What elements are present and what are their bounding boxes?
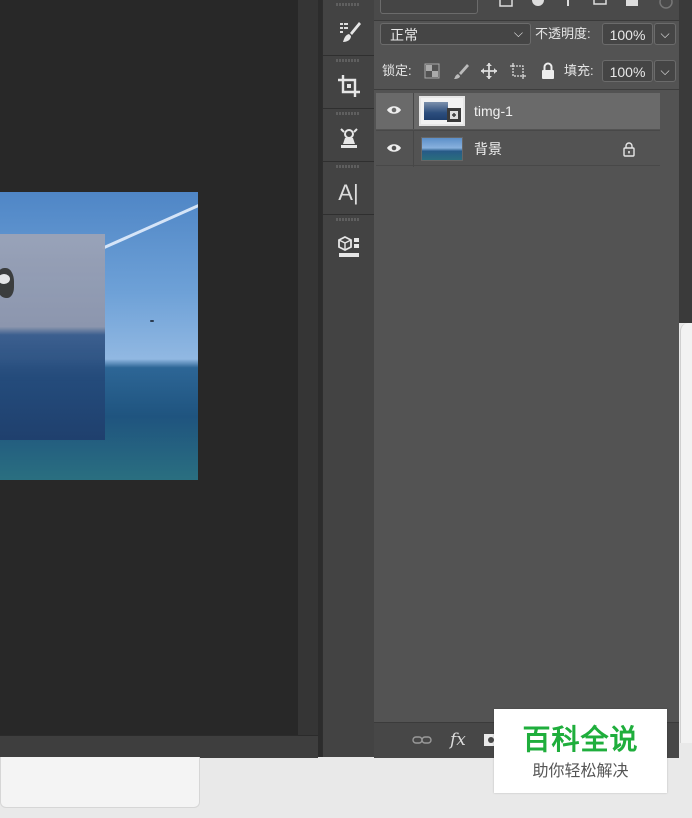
grip-handle[interactable] — [336, 112, 360, 115]
grip-handle[interactable] — [336, 3, 360, 6]
contrail — [101, 202, 198, 250]
lock-icon[interactable] — [622, 141, 636, 157]
panel-scrollbar[interactable] — [679, 0, 692, 323]
blend-mode-value: 正常 — [390, 27, 418, 43]
brush-presets-icon[interactable] — [323, 18, 374, 51]
lock-label: 锁定: — [382, 63, 412, 78]
underlying-window — [0, 757, 200, 808]
opacity-label: 不透明度: — [535, 26, 591, 41]
tool-group-stamp — [323, 109, 374, 162]
tool-group-crop — [323, 56, 374, 109]
layer-filter-row — [374, 0, 679, 21]
divider — [374, 89, 679, 90]
filter-type-icon[interactable] — [560, 0, 576, 8]
smart-object-icon — [447, 108, 461, 122]
watermark-title: 百科全说 — [522, 724, 639, 755]
watermark-subtitle: 助你轻松解决 — [532, 763, 629, 780]
blend-mode-dropdown[interactable]: 正常 ⌵ — [380, 23, 531, 45]
vertical-scrollbar[interactable] — [298, 0, 318, 735]
crop-icon[interactable] — [323, 72, 374, 105]
grip-handle[interactable] — [336, 165, 360, 168]
lock-position-icon[interactable] — [480, 62, 498, 80]
grip-handle[interactable] — [336, 218, 360, 221]
stamp-icon[interactable] — [323, 124, 374, 157]
chevron-down-icon: ⌵ — [660, 27, 670, 41]
tool-group-3d — [323, 215, 374, 270]
grip-handle[interactable] — [336, 59, 360, 62]
chevron-down-icon: ⌵ — [513, 26, 523, 40]
opacity-dropdown-button[interactable]: ⌵ — [654, 23, 676, 45]
3d-object-icon[interactable] — [323, 233, 374, 266]
lock-transparent-pixels-icon[interactable] — [424, 63, 440, 79]
filter-kind-dropdown[interactable] — [380, 0, 478, 14]
opacity-input[interactable]: 100% — [602, 23, 653, 45]
lock-image-pixels-icon[interactable] — [452, 62, 470, 80]
horizontal-scrollbar[interactable] — [0, 735, 318, 758]
filter-toggle-icon[interactable] — [658, 0, 674, 10]
filter-shape-icon[interactable] — [592, 0, 608, 8]
type-tool-icon[interactable]: A| — [323, 180, 374, 206]
lock-all-icon[interactable] — [540, 62, 556, 80]
layer-row-timg-1[interactable]: timg-1 — [376, 93, 660, 129]
layer-name[interactable]: 背景 — [474, 131, 502, 167]
bird-speck — [150, 320, 154, 322]
visibility-eye-icon[interactable] — [386, 103, 402, 117]
tools-panel: A| — [322, 0, 375, 757]
divider — [413, 93, 414, 129]
divider — [413, 131, 414, 167]
filter-adjustment-icon[interactable] — [530, 0, 546, 8]
fill-input[interactable]: 100% — [602, 60, 653, 82]
tool-group-brush — [323, 0, 374, 56]
fill-label: 填充: — [564, 63, 594, 78]
layer-thumbnail[interactable] — [421, 137, 463, 161]
link-layers-icon[interactable] — [412, 733, 432, 747]
lock-artboard-icon[interactable] — [509, 62, 527, 80]
underlying-window-edge — [680, 323, 692, 743]
fx-button[interactable]: fx — [450, 730, 466, 750]
layer-name[interactable]: timg-1 — [474, 93, 513, 129]
tool-group-type: A| — [323, 162, 374, 215]
thumbnail-image — [424, 102, 448, 120]
watermark-logo: 百科全说 助你轻松解决 — [494, 709, 667, 793]
layer-thumbnail[interactable] — [419, 96, 465, 126]
filter-pixel-icon[interactable] — [498, 0, 514, 8]
fill-dropdown-button[interactable]: ⌵ — [654, 60, 676, 82]
filter-smartobject-icon[interactable] — [624, 0, 640, 8]
layer-row-background[interactable]: 背景 — [376, 130, 660, 167]
visibility-eye-icon[interactable] — [386, 141, 402, 155]
chevron-down-icon: ⌵ — [660, 64, 670, 78]
timg-layer-overlay[interactable] — [0, 234, 105, 440]
